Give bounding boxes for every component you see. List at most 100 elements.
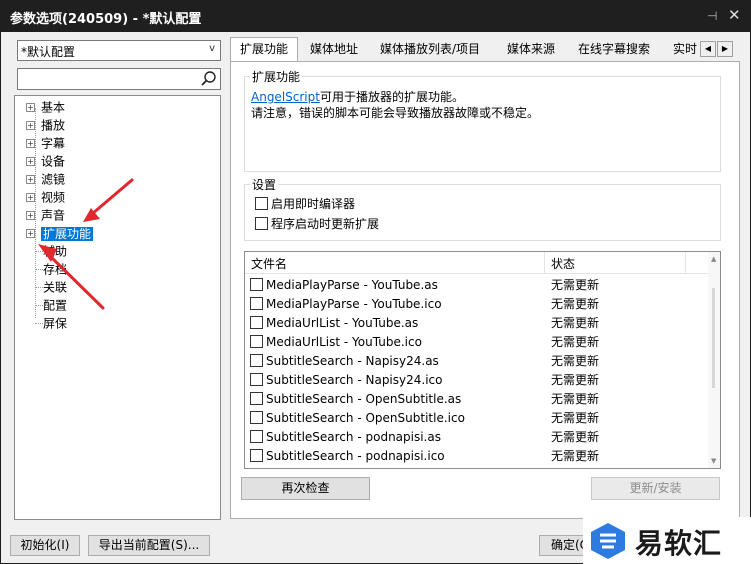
tab-media-source[interactable]: 媒体来源 — [507, 38, 555, 60]
tab-scroll-right-icon[interactable]: ▶ — [717, 41, 733, 57]
file-list-row[interactable]: SubtitleSearch - podnapisi.ico 无需更新 — [245, 447, 709, 466]
extension-file-list[interactable]: 文件名 状态 ▲ ▼ MediaPlayParse - YouTube.as 无需… — [244, 251, 721, 469]
expand-icon[interactable]: + — [26, 139, 35, 148]
tab-playlist[interactable]: 媒体播放列表/项目 — [380, 38, 480, 60]
file-checkbox[interactable] — [250, 430, 263, 443]
list-header: 文件名 状态 — [245, 252, 709, 274]
enable-jit-checkbox[interactable]: 启用即时编译器 — [255, 195, 355, 213]
file-name-cell: MediaPlayParse - YouTube.ico — [250, 295, 442, 314]
file-checkbox[interactable] — [250, 373, 263, 386]
tree-item-label: 关联 — [43, 280, 68, 295]
expand-icon[interactable]: + — [26, 103, 35, 112]
search-icon[interactable] — [200, 70, 217, 90]
tree-item[interactable]: + 视频 — [26, 188, 65, 206]
file-checkbox[interactable] — [250, 392, 263, 405]
file-status: 无需更新 — [551, 411, 600, 425]
file-list-row[interactable]: SubtitleSearch - OpenSubtitle.as 无需更新 — [245, 390, 709, 409]
group-title: 设置 — [250, 176, 279, 193]
scroll-up-icon[interactable]: ▲ — [711, 255, 716, 263]
file-name-cell: SubtitleSearch - OpenSubtitle.as — [250, 390, 461, 409]
file-list-row[interactable]: MediaPlayParse - YouTube.ico 无需更新 — [245, 295, 709, 314]
tab-strip: 扩展功能 媒体地址 媒体播放列表/项目 媒体来源 在线字幕搜索 实时 ◀ ▶ — [230, 37, 740, 61]
tree-item[interactable]: 存档 — [35, 260, 68, 278]
file-list-row[interactable]: SubtitleSearch - podnapisi.as 无需更新 — [245, 428, 709, 447]
tab-extensions[interactable]: 扩展功能 — [230, 37, 299, 61]
file-checkbox[interactable] — [250, 316, 263, 329]
tab-label: 媒体来源 — [507, 42, 556, 56]
tree-item[interactable]: + 声音 — [26, 206, 65, 224]
tree-item[interactable]: + 播放 — [26, 116, 65, 134]
search-input[interactable] — [17, 68, 221, 90]
file-checkbox[interactable] — [250, 449, 263, 462]
pin-icon[interactable]: ⊣ — [707, 9, 717, 23]
profile-select[interactable]: *默认配置 v — [17, 40, 221, 61]
checkbox-label: 启用即时编译器 — [271, 197, 356, 211]
tree-item[interactable]: 辅助 — [35, 242, 68, 260]
checkbox-box[interactable] — [255, 217, 268, 230]
export-config-button[interactable]: 导出当前配置(S)... — [88, 535, 210, 556]
column-header-filename[interactable]: 文件名 — [251, 255, 287, 272]
expand-icon[interactable]: + — [26, 229, 35, 238]
tree-item[interactable]: + 字幕 — [26, 134, 65, 152]
file-checkbox[interactable] — [250, 297, 263, 310]
tree-item[interactable]: + 滤镜 — [26, 170, 65, 188]
file-checkbox[interactable] — [250, 354, 263, 367]
file-list-row[interactable]: MediaPlayParse - YouTube.as 无需更新 — [245, 276, 709, 295]
tab-label: 媒体地址 — [310, 42, 359, 56]
vertical-scrollbar[interactable]: ▲ ▼ — [708, 252, 720, 468]
file-list-row[interactable]: MediaUrlList - YouTube.ico 无需更新 — [245, 333, 709, 352]
tree-item[interactable]: + 扩展功能 — [26, 224, 94, 242]
file-name-cell: MediaUrlList - YouTube.ico — [250, 333, 422, 352]
watermark: 易软汇 — [583, 517, 751, 564]
tree-item[interactable]: + 设备 — [26, 152, 65, 170]
file-list-row[interactable]: SubtitleSearch - OpenSubtitle.ico 无需更新 — [245, 409, 709, 428]
column-divider[interactable] — [544, 252, 545, 274]
angelscript-link[interactable]: AngelScript — [251, 90, 320, 104]
close-icon[interactable]: ✕ — [728, 6, 741, 24]
file-status: 无需更新 — [551, 449, 600, 463]
tree-item[interactable]: + 基本 — [26, 98, 65, 116]
file-status: 无需更新 — [551, 297, 600, 311]
tab-media-url[interactable]: 媒体地址 — [310, 38, 358, 60]
expand-icon[interactable]: + — [26, 175, 35, 184]
tree-item[interactable]: 配置 — [35, 296, 67, 314]
tab-online-subtitle-search[interactable]: 在线字幕搜索 — [578, 38, 650, 60]
tree-item-label: 辅助 — [43, 244, 68, 259]
file-list-row[interactable]: MediaUrlList - YouTube.as 无需更新 — [245, 314, 709, 333]
window-title: 参数选项(240509) - *默认配置 — [10, 12, 202, 27]
settings-tree[interactable]: + 基本 + 播放 + 字幕 + 设备 + 滤镜 + 视频 + 声音 + 扩展功能 辅助 存档 关联 配置 屏保 — [14, 95, 221, 520]
expand-icon[interactable]: + — [26, 211, 35, 220]
tree-item-label: 基本 — [41, 100, 66, 115]
recheck-button[interactable]: 再次检查 — [241, 477, 370, 500]
scroll-thumb[interactable] — [712, 288, 715, 388]
checkbox-box[interactable] — [255, 197, 268, 210]
update-on-startup-checkbox[interactable]: 程序启动时更新扩展 — [255, 215, 379, 233]
description-line1: 可用于播放器的扩展功能。 — [319, 90, 464, 104]
initialize-button[interactable]: 初始化(I) — [10, 535, 80, 556]
tree-connector — [35, 305, 43, 306]
expand-icon[interactable]: + — [26, 193, 35, 202]
update-install-button[interactable]: 更新/安装 — [591, 477, 720, 500]
settings-group: 设置 启用即时编译器 程序启动时更新扩展 — [244, 176, 721, 241]
tree-item-label: 屏保 — [43, 316, 68, 331]
expand-icon[interactable]: + — [26, 121, 35, 130]
file-checkbox[interactable] — [250, 335, 263, 348]
file-status: 无需更新 — [551, 278, 600, 292]
tree-item[interactable]: 屏保 — [35, 314, 68, 332]
file-status: 无需更新 — [551, 430, 600, 444]
chevron-down-icon[interactable]: v — [209, 43, 215, 54]
column-divider[interactable] — [685, 252, 686, 274]
expand-icon[interactable]: + — [26, 157, 35, 166]
tree-item-label: 存档 — [43, 262, 68, 277]
file-checkbox[interactable] — [250, 411, 263, 424]
scroll-down-icon[interactable]: ▼ — [711, 457, 716, 465]
tab-realtime[interactable]: 实时 — [673, 38, 697, 60]
column-header-status[interactable]: 状态 — [551, 255, 575, 272]
file-checkbox[interactable] — [250, 278, 263, 291]
file-list-row[interactable]: SubtitleSearch - Napisy24.ico 无需更新 — [245, 371, 709, 390]
file-list-row[interactable]: SubtitleSearch - Napisy24.as 无需更新 — [245, 352, 709, 371]
file-status: 无需更新 — [551, 354, 600, 368]
tree-item-label: 设备 — [41, 154, 66, 169]
tab-scroll-left-icon[interactable]: ◀ — [700, 41, 716, 57]
tree-item[interactable]: 关联 — [35, 278, 68, 296]
